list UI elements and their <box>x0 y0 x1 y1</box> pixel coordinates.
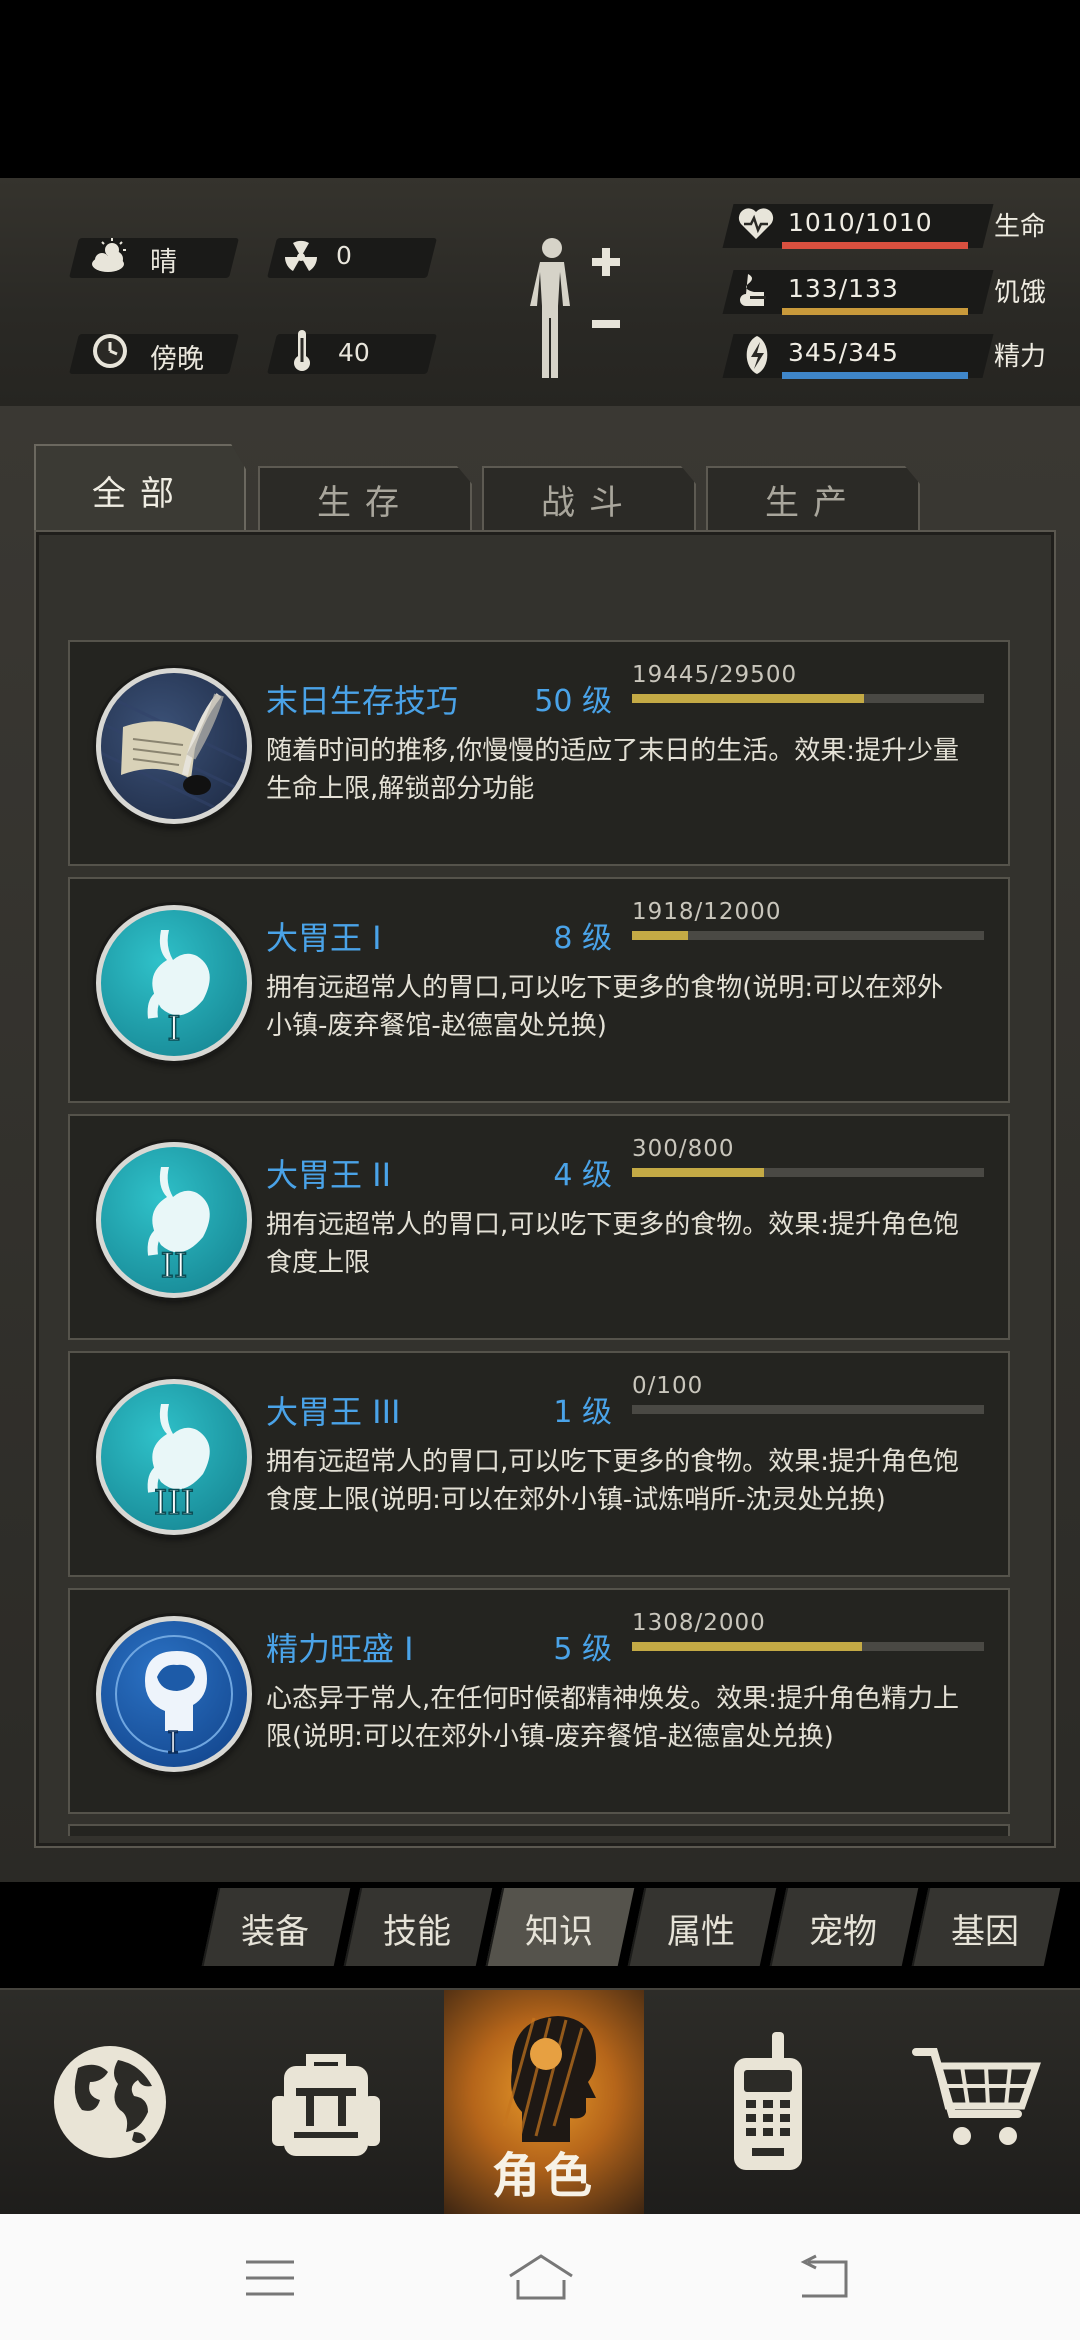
nav-shop[interactable] <box>900 1990 1080 2216</box>
subtab-attributes-label: 属性 <box>667 1912 735 1952</box>
tab-combat-label: 战斗 <box>541 482 637 523</box>
radio-icon <box>734 2032 802 2170</box>
skill-xp-fill <box>632 694 864 703</box>
back-icon[interactable] <box>796 2254 852 2300</box>
hunger-icon <box>740 270 774 314</box>
tab-combat[interactable]: 战斗 <box>482 466 696 530</box>
svg-text:I: I <box>167 1009 180 1049</box>
skill-card[interactable]: I 大胃王 I 8 级 1918/12000 拥有远超常人的胃口,可以吃下更多的… <box>68 877 1010 1103</box>
skill-card[interactable]: II 大胃王 II 4 级 300/800 拥有远超常人的胃口,可以吃下更多的食… <box>68 1114 1010 1340</box>
skill-xp: 300/800 <box>632 1136 735 1162</box>
hunger-label: 饥饿 <box>994 278 1047 308</box>
subtab-knowledge-label: 知识 <box>525 1912 593 1952</box>
heart-icon <box>736 204 776 248</box>
subtab-skills-label: 技能 <box>383 1912 451 1952</box>
subtab-genes-label: 基因 <box>951 1912 1019 1952</box>
skill-xp: 19445/29500 <box>632 662 798 688</box>
skill-description: 心态异于常人,在任何时候都精神焕发。效果:提升角色精力上限(说明:可以在郊外小镇… <box>266 1684 960 1752</box>
svg-text:II: II <box>161 1246 188 1286</box>
nav-backpack[interactable] <box>236 1990 416 2216</box>
skill-level: 1 级 <box>553 1395 612 1430</box>
skill-xp-fill <box>632 931 689 940</box>
body-figure-icon[interactable] <box>520 234 630 384</box>
status-panel: 晴 0 傍晚 40 1010/1010 生命 133/133 饥饿 345/34… <box>0 178 1080 408</box>
home-icon[interactable] <box>506 2252 576 2302</box>
skill-level: 4 级 <box>553 1158 612 1193</box>
energy-fill <box>782 372 968 379</box>
temperature-value: 40 <box>338 338 370 367</box>
nav-role[interactable]: 角色 <box>444 1990 644 2216</box>
skill-xp-track <box>632 1405 984 1414</box>
scroll-quill-icon <box>96 668 252 824</box>
skill-xp-fill <box>632 1642 863 1651</box>
time-of-day-label: 傍晚 <box>150 344 204 375</box>
tab-all-label: 全部 <box>92 473 188 514</box>
health-fill <box>782 242 968 249</box>
skill-xp-track <box>632 694 984 703</box>
skill-xp: 1918/12000 <box>632 899 782 925</box>
tab-survival[interactable]: 生存 <box>258 466 472 530</box>
skill-xp-track <box>632 1168 984 1177</box>
character-subtabs: 装备 技能 知识 属性 宠物 基因 <box>196 1888 1080 1968</box>
energy-icon <box>740 334 774 380</box>
skill-name: 大胃王 I <box>266 919 382 957</box>
skill-name: 末日生存技巧 <box>266 682 459 720</box>
bottom-nav: 角色 <box>0 1988 1080 2216</box>
skill-level: 8 级 <box>553 921 612 956</box>
skill-card[interactable]: III 大胃王 III 1 级 0/100 拥有远超常人的胃口,可以吃下更多的食… <box>68 1351 1010 1577</box>
skill-xp-track <box>632 931 984 940</box>
energy-label: 精力 <box>994 342 1047 372</box>
skill-xp: 1308/2000 <box>632 1610 766 1636</box>
skill-level: 50 级 <box>534 684 612 719</box>
backpack-icon <box>272 2054 380 2156</box>
energy-text: 345/345 <box>788 338 899 367</box>
sun-cloud-icon <box>88 236 132 280</box>
subtab-equipment-label: 装备 <box>241 1912 309 1952</box>
globe-icon <box>54 2046 166 2158</box>
skill-name: 大胃王 II <box>266 1156 392 1194</box>
tab-production-label: 生产 <box>765 482 861 523</box>
nav-role-label: 角色 <box>491 2148 596 2204</box>
skill-card[interactable]: 末日生存技巧 50 级 19445/29500 随着时间的推移,你慢慢的适应了末… <box>68 640 1010 866</box>
skill-name: 精力旺盛 I <box>266 1630 414 1668</box>
nav-world[interactable] <box>20 1990 200 2216</box>
skill-description: 拥有远超常人的胃口,可以吃下更多的食物。效果:提升角色饱食度上限 <box>266 1210 960 1278</box>
cart-icon <box>912 2048 1041 2145</box>
stomach-icon: III <box>96 1379 252 1535</box>
role-head-icon <box>502 2016 596 2142</box>
svg-text:III: III <box>154 1483 194 1523</box>
next-skill-card-edge <box>68 1824 1010 1836</box>
tab-production[interactable]: 生产 <box>706 466 920 530</box>
radiation-value: 0 <box>336 241 352 270</box>
health-label: 生命 <box>994 212 1047 242</box>
nav-radio[interactable] <box>680 1990 860 2216</box>
tab-all[interactable]: 全部 <box>34 444 246 534</box>
skill-xp-fill <box>632 1168 764 1177</box>
skill-xp: 0/100 <box>632 1373 704 1399</box>
skill-description: 拥有远超常人的胃口,可以吃下更多的食物。效果:提升角色饱食度上限(说明:可以在郊… <box>266 1447 960 1515</box>
skill-xp-track <box>632 1642 984 1651</box>
stomach-icon: II <box>96 1142 252 1298</box>
health-text: 1010/1010 <box>788 208 933 237</box>
stomach-icon: I <box>96 905 252 1061</box>
radiation-icon <box>282 238 320 280</box>
skill-description: 随着时间的推移,你慢慢的适应了末日的生活。效果:提升少量生命上限,解锁部分功能 <box>266 736 960 804</box>
skill-name: 大胃王 III <box>266 1393 401 1431</box>
skill-description: 拥有远超常人的胃口,可以吃下更多的食物(说明:可以在郊外小镇-废弃餐馆-赵德富处… <box>266 973 944 1041</box>
svg-text:I: I <box>167 1726 179 1761</box>
subtab-pets-label: 宠物 <box>809 1912 877 1952</box>
menu-icon[interactable] <box>244 2258 296 2298</box>
hunger-fill <box>782 308 968 315</box>
hunger-text: 133/133 <box>788 274 899 303</box>
system-nav-bar <box>0 2214 1080 2340</box>
skill-level: 5 级 <box>553 1632 612 1667</box>
tab-survival-label: 生存 <box>317 482 413 523</box>
clock-icon <box>90 331 130 375</box>
skill-card[interactable]: I 精力旺盛 I 5 级 1308/2000 心态异于常人,在任何时候都精神焕发… <box>68 1588 1010 1814</box>
weather-label: 晴 <box>150 247 177 278</box>
thermometer-icon <box>290 328 314 376</box>
brain-head-icon: I <box>96 1616 252 1772</box>
